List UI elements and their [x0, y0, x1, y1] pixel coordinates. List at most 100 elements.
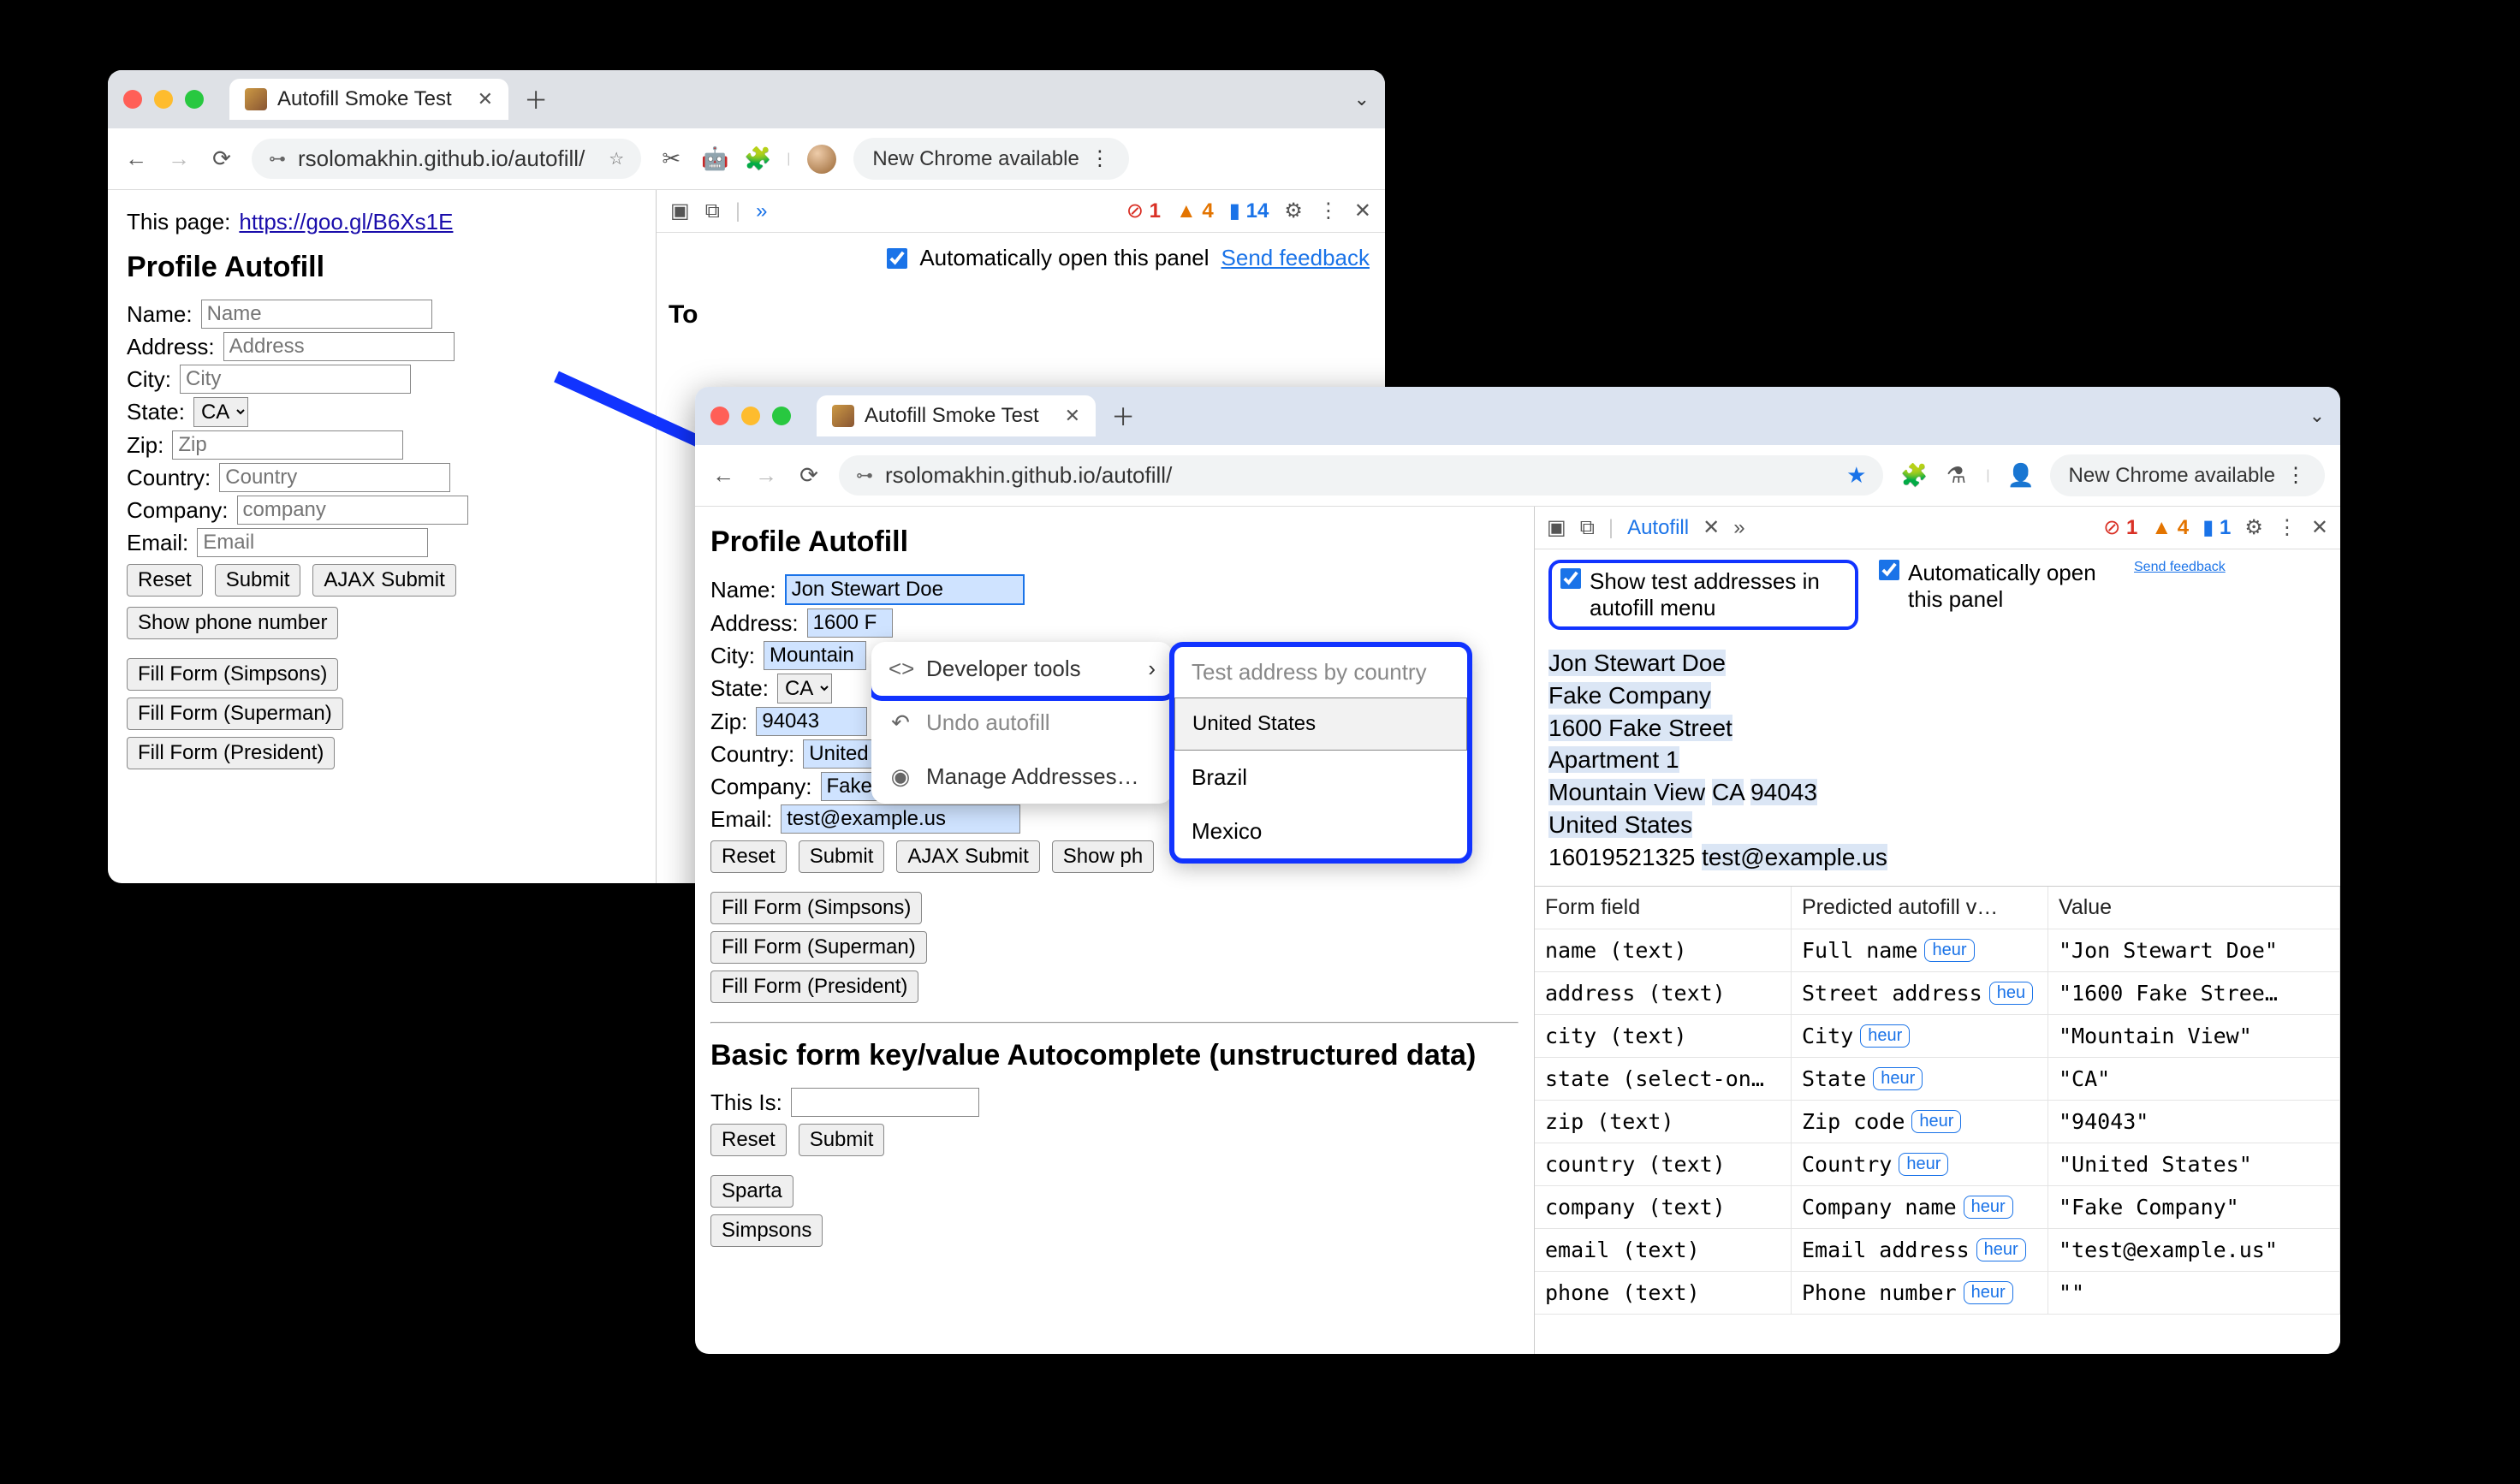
- site-settings-icon[interactable]: ⊶: [269, 148, 286, 169]
- maximize-window-button[interactable]: [185, 90, 204, 109]
- auto-open-checkbox[interactable]: [887, 248, 907, 269]
- fill-president-button[interactable]: Fill Form (President): [710, 971, 918, 1003]
- ajax-submit-button[interactable]: AJAX Submit: [312, 564, 455, 597]
- country-us-item[interactable]: United States: [1174, 697, 1467, 751]
- inspect-icon[interactable]: ▣: [670, 199, 690, 223]
- submit-button-2[interactable]: Submit: [799, 1124, 885, 1156]
- info-badge[interactable]: ▮ 1: [2202, 515, 2231, 540]
- browser-tab[interactable]: Autofill Smoke Test ✕: [229, 79, 508, 120]
- back-button[interactable]: ←: [123, 145, 149, 172]
- device-icon[interactable]: ⧉: [705, 199, 720, 223]
- new-tab-button[interactable]: ＋: [524, 82, 548, 116]
- send-feedback-link[interactable]: Send feedback: [2134, 560, 2226, 575]
- address-input[interactable]: [223, 332, 455, 361]
- reload-button[interactable]: ⟳: [209, 145, 235, 172]
- tabs-dropdown-button[interactable]: ⌄: [1354, 88, 1370, 110]
- new-tab-button[interactable]: ＋: [1111, 399, 1135, 433]
- close-window-button[interactable]: [123, 90, 142, 109]
- undo-autofill-item[interactable]: ↶ Undo autofill: [871, 696, 1173, 750]
- zip-input[interactable]: [756, 707, 867, 736]
- country-mx-item[interactable]: Mexico: [1174, 804, 1467, 858]
- state-select[interactable]: CA: [777, 674, 832, 703]
- name-input[interactable]: [785, 574, 1025, 605]
- kebab-icon[interactable]: ⋮: [2277, 515, 2297, 540]
- error-badge[interactable]: ⊘ 1: [1126, 199, 1161, 223]
- fill-simpsons-button[interactable]: Fill Form (Simpsons): [127, 658, 338, 691]
- name-input[interactable]: [201, 300, 432, 329]
- tabs-dropdown-button[interactable]: ⌄: [2309, 405, 2325, 427]
- back-button[interactable]: ←: [710, 462, 736, 489]
- show-test-addresses-checkbox[interactable]: [1560, 568, 1581, 589]
- submit-button[interactable]: Submit: [799, 840, 885, 873]
- address-bar[interactable]: ⊶ rsolomakhin.github.io/autofill/ ☆: [252, 139, 641, 179]
- thisis-input[interactable]: [791, 1088, 979, 1117]
- show-phone-button[interactable]: Show phone number: [127, 607, 338, 639]
- state-select[interactable]: CA: [193, 397, 248, 427]
- manage-addresses-item[interactable]: ◉ Manage Addresses…: [871, 750, 1173, 804]
- address-input[interactable]: [807, 608, 893, 638]
- page-link[interactable]: https://goo.gl/B6Xs1E: [239, 209, 453, 235]
- zip-input[interactable]: [172, 430, 403, 460]
- minimize-window-button[interactable]: [154, 90, 173, 109]
- scissors-icon[interactable]: ✂: [658, 145, 684, 172]
- kebab-icon[interactable]: ⋮: [1318, 199, 1339, 223]
- maximize-window-button[interactable]: [772, 407, 791, 425]
- forward-button[interactable]: →: [166, 145, 192, 172]
- profile-icon[interactable]: 👤: [2007, 462, 2033, 489]
- company-input[interactable]: [237, 496, 468, 525]
- table-row[interactable]: email (text)Email address heur"test@exam…: [1535, 1229, 2340, 1272]
- send-feedback-link[interactable]: Send feedback: [1221, 245, 1370, 271]
- submit-button[interactable]: Submit: [215, 564, 301, 597]
- warning-badge[interactable]: ▲ 4: [1176, 199, 1214, 223]
- simpsons-button[interactable]: Simpsons: [710, 1214, 823, 1247]
- site-settings-icon[interactable]: ⊶: [856, 465, 873, 486]
- table-row[interactable]: state (select-on…State heur"CA": [1535, 1058, 2340, 1101]
- fill-simpsons-button[interactable]: Fill Form (Simpsons): [710, 892, 922, 924]
- autofill-tab[interactable]: Autofill: [1627, 516, 1689, 540]
- close-tab-button[interactable]: ✕: [478, 88, 493, 110]
- inspect-icon[interactable]: ▣: [1547, 515, 1566, 540]
- auto-open-checkbox[interactable]: [1879, 560, 1899, 580]
- country-br-item[interactable]: Brazil: [1174, 751, 1467, 804]
- city-input[interactable]: [764, 641, 866, 670]
- table-row[interactable]: city (text)City heur"Mountain View": [1535, 1015, 2340, 1058]
- table-row[interactable]: address (text)Street address heu"1600 Fa…: [1535, 972, 2340, 1015]
- email-input[interactable]: [197, 528, 428, 557]
- settings-icon[interactable]: ⚙: [1284, 199, 1303, 223]
- reset-button[interactable]: Reset: [127, 564, 203, 597]
- settings-icon[interactable]: ⚙: [2244, 515, 2263, 540]
- close-panel-icon[interactable]: ✕: [1703, 515, 1720, 540]
- close-devtools-button[interactable]: ✕: [1354, 199, 1371, 223]
- close-tab-button[interactable]: ✕: [1065, 405, 1080, 427]
- table-row[interactable]: name (text)Full name heur"Jon Stewart Do…: [1535, 929, 2340, 972]
- more-panels-icon[interactable]: »: [1733, 516, 1744, 540]
- labs-icon[interactable]: ⚗: [1943, 462, 1969, 489]
- city-input[interactable]: [180, 365, 411, 394]
- bookmark-icon[interactable]: ☆: [609, 148, 624, 169]
- minimize-window-button[interactable]: [741, 407, 760, 425]
- email-input[interactable]: [781, 804, 1020, 834]
- table-row[interactable]: country (text)Country heur"United States…: [1535, 1143, 2340, 1186]
- show-phone-button[interactable]: Show ph: [1052, 840, 1154, 873]
- developer-tools-item[interactable]: <> Developer tools ›: [871, 642, 1173, 696]
- reset-button-2[interactable]: Reset: [710, 1124, 787, 1156]
- bookmark-icon[interactable]: ★: [1846, 462, 1866, 489]
- close-window-button[interactable]: [710, 407, 729, 425]
- reset-button[interactable]: Reset: [710, 840, 787, 873]
- fill-superman-button[interactable]: Fill Form (Superman): [710, 931, 927, 964]
- close-devtools-button[interactable]: ✕: [2311, 515, 2328, 540]
- more-panels-icon[interactable]: »: [756, 199, 767, 223]
- extensions-icon[interactable]: 🧩: [744, 145, 770, 172]
- update-pill[interactable]: New Chrome available ⋮: [853, 138, 1128, 180]
- reload-button[interactable]: ⟳: [796, 462, 822, 489]
- sparta-button[interactable]: Sparta: [710, 1175, 793, 1208]
- warning-badge[interactable]: ▲ 4: [2151, 516, 2189, 540]
- country-input[interactable]: [219, 463, 450, 492]
- profile-avatar[interactable]: [807, 145, 836, 174]
- table-row[interactable]: company (text)Company name heur"Fake Com…: [1535, 1186, 2340, 1229]
- error-badge[interactable]: ⊘ 1: [2103, 515, 2137, 540]
- fill-president-button[interactable]: Fill Form (President): [127, 737, 335, 769]
- table-row[interactable]: zip (text)Zip code heur"94043": [1535, 1101, 2340, 1143]
- table-row[interactable]: phone (text)Phone number heur"": [1535, 1272, 2340, 1315]
- extensions-icon[interactable]: 🧩: [1900, 462, 1926, 489]
